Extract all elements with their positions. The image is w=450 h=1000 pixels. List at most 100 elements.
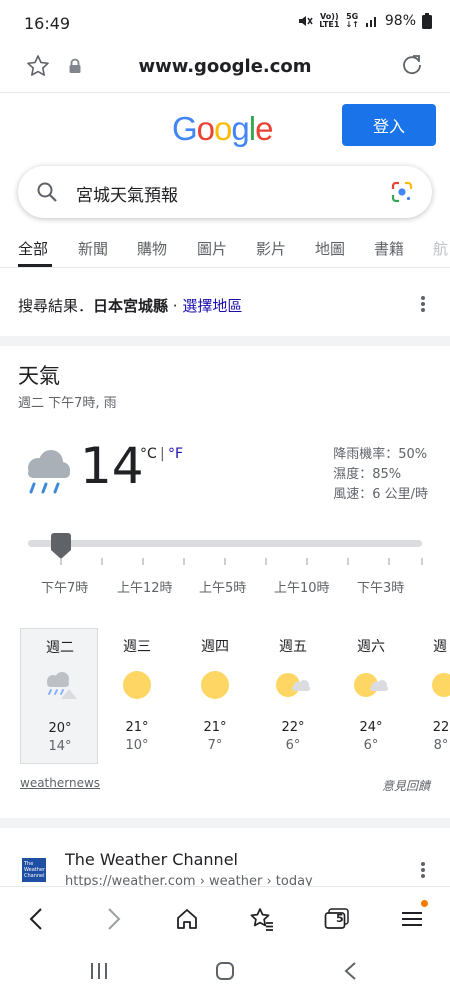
day-forecast[interactable]: 週四 21° 7° [176,628,254,764]
battery-icon [422,13,432,29]
separator-dot: · [168,297,183,315]
feedback-link[interactable]: 意見回饋 [382,777,430,794]
forward-button[interactable] [94,899,134,939]
logo-letter: o [214,110,232,147]
menu-button[interactable] [392,899,432,939]
wind-speed: 風速：6 公里/時 [333,487,428,502]
bookmarks-button[interactable] [242,899,282,939]
search-box[interactable]: 宮城天氣預報 [18,166,432,218]
5g-icon: 5G ↓↑ [345,12,359,29]
mute-icon [299,16,313,26]
tab-flights[interactable]: 航 [433,238,448,259]
home-button[interactable] [167,899,207,939]
home-circle-icon[interactable] [215,961,235,981]
section-separator [0,336,450,346]
hour-label[interactable]: 上午12時 [117,577,173,596]
signal-icon [365,17,376,27]
day-low: 6° [363,738,379,753]
tab-maps[interactable]: 地圖 [315,238,345,259]
hour-label[interactable]: 上午5時 [199,577,246,596]
day-name: 週二 [46,640,74,656]
day-low: 8° [433,738,449,753]
day-high: 21° [125,720,149,735]
weather-title: 天氣 [18,364,60,388]
change-region-link[interactable]: 選擇地區 [182,297,242,315]
day-forecast[interactable]: 週五 22° 6° [254,628,332,764]
reload-icon[interactable] [400,53,424,77]
search-icon [37,182,57,202]
weather-details: 降雨機率：50% 濕度：85% 風速：6 公里/時 [333,445,428,505]
day-forecast[interactable]: 週二 20° 14° [20,628,98,764]
address-bar-url[interactable]: www.google.com [0,56,450,77]
results-prefix: 搜尋結果． [18,297,94,315]
tab-books[interactable]: 書籍 [374,238,404,259]
hour-label[interactable]: 下午7時 [41,577,88,596]
unit-celsius[interactable]: °C [140,446,157,462]
battery-percent: 98% [384,13,416,29]
logo-letter: g [231,110,249,147]
tab-videos[interactable]: 影片 [256,238,286,259]
partly-cloudy-icon [432,673,450,697]
tab-news[interactable]: 新聞 [78,238,108,259]
sign-in-button[interactable]: 登入 [342,104,436,146]
current-temperature: 14 [80,437,144,495]
tab-count: 5 [336,912,344,925]
rain-icon [47,672,77,699]
sun-icon [201,671,229,699]
sun-icon [123,671,151,699]
browser-bottom-nav: 5 [0,886,450,948]
forward-icon [108,908,121,930]
day-low: 6° [285,738,301,753]
day-name: 週 [433,639,447,655]
logo-letter: o [196,110,215,147]
day-forecast[interactable]: 週三 21° 10° [98,628,176,764]
day-name: 週五 [279,639,307,655]
logo-letter: e [255,110,273,147]
hour-label[interactable]: 下午3時 [357,577,404,596]
partly-cloudy-icon [276,673,310,697]
back-button[interactable] [16,899,56,939]
logo-letter: G [172,110,198,147]
result-title[interactable]: The Weather Channel [65,850,238,869]
back-icon [29,908,42,930]
status-bar: 16:49 Vo)) LTE1 5G ↓↑ 98% [0,0,450,48]
precipitation: 降雨機率：50% [333,447,428,462]
unit-fahrenheit[interactable]: °F [168,446,183,462]
day-forecast[interactable]: 週 22 8° [410,628,450,764]
result-more-options-icon[interactable] [421,860,425,880]
home-icon [177,909,197,929]
day-forecast[interactable]: 週六 24° 6° [332,628,410,764]
tabs-button[interactable]: 5 [317,899,357,939]
more-options-icon[interactable] [421,294,425,314]
volte-icon: Vo)) LTE1 [319,12,340,29]
tab-shopping[interactable]: 購物 [137,238,167,259]
humidity: 濕度：85% [333,467,402,482]
status-icons: Vo)) LTE1 5G ↓↑ 98% [297,13,432,29]
browser-toolbar: www.google.com [0,48,450,90]
location-name: 日本宮城縣 [93,297,169,315]
weather-source-link[interactable]: weathernews [20,776,100,790]
status-time: 16:49 [24,14,71,33]
weather-channel-logo: The Weather Channel [22,858,46,882]
recent-apps-icon[interactable] [89,962,109,980]
day-low: 14° [48,739,72,754]
slider-ticks [60,558,423,565]
tab-images[interactable]: 圖片 [197,238,227,259]
system-back-icon[interactable] [343,961,357,981]
google-logo[interactable]: Google [172,110,273,148]
day-high: 20° [48,721,72,736]
day-high: 21° [203,720,227,735]
notification-dot [421,900,428,907]
weather-subtitle: 週二 下午7時, 雨 [18,396,117,411]
day-name: 週六 [357,639,385,655]
toolbar-divider [0,92,450,93]
search-input[interactable]: 宮城天氣預報 [76,181,178,206]
hour-label[interactable]: 上午10時 [274,577,330,596]
partly-cloudy-icon [354,673,388,697]
day-high: 24° [359,720,383,735]
google-lens-icon[interactable] [390,180,414,204]
day-high: 22 [432,720,450,735]
results-location: 搜尋結果．日本宮城縣 · 選擇地區 [18,295,242,316]
tab-all[interactable]: 全部 [18,238,48,259]
hourly-slider-track[interactable] [28,540,422,547]
